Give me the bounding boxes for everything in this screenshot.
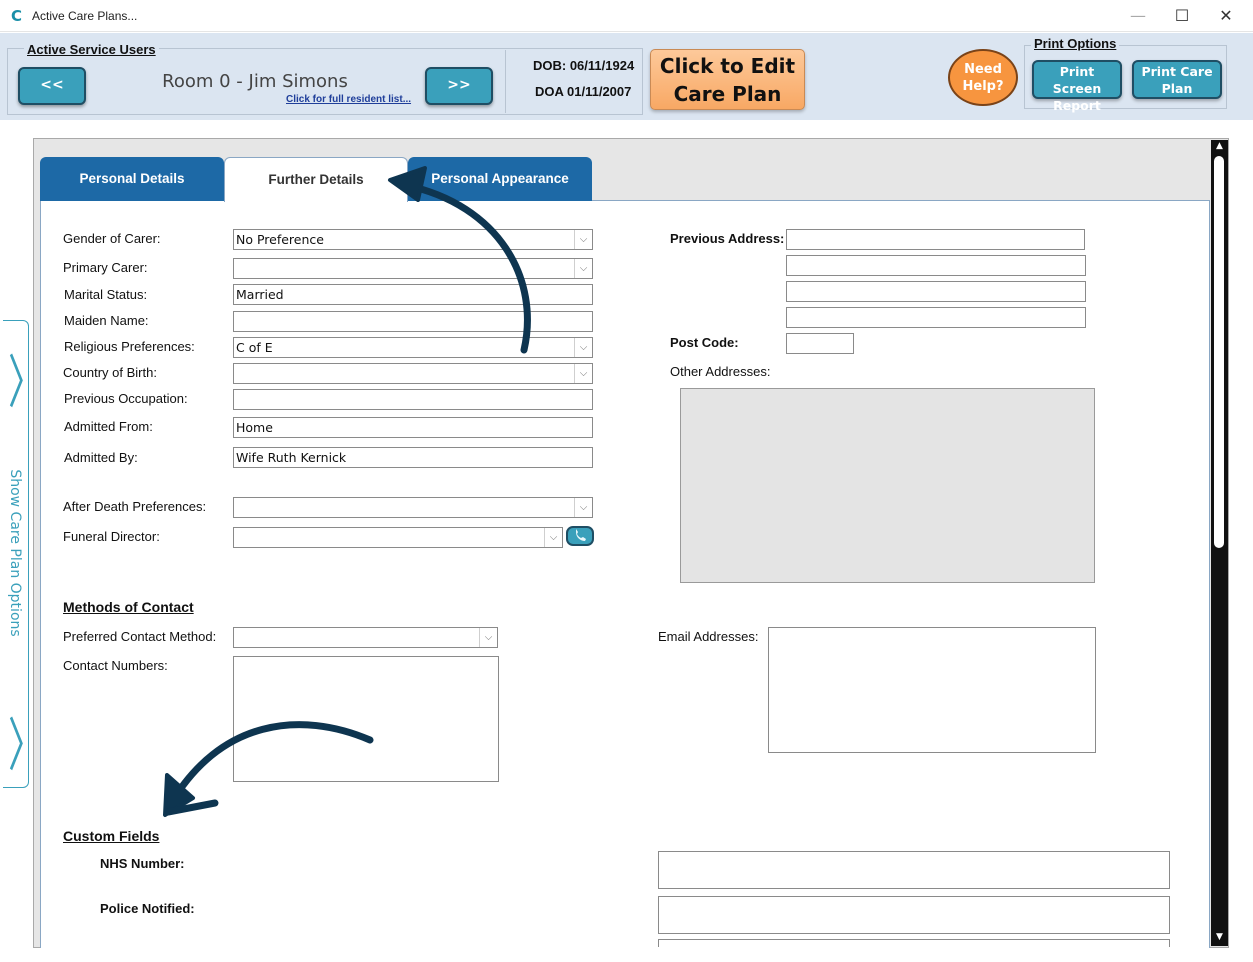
arrow-to-custom-fields <box>163 721 374 817</box>
arrow-to-further-details <box>388 166 531 354</box>
annotation-arrows <box>163 166 531 817</box>
